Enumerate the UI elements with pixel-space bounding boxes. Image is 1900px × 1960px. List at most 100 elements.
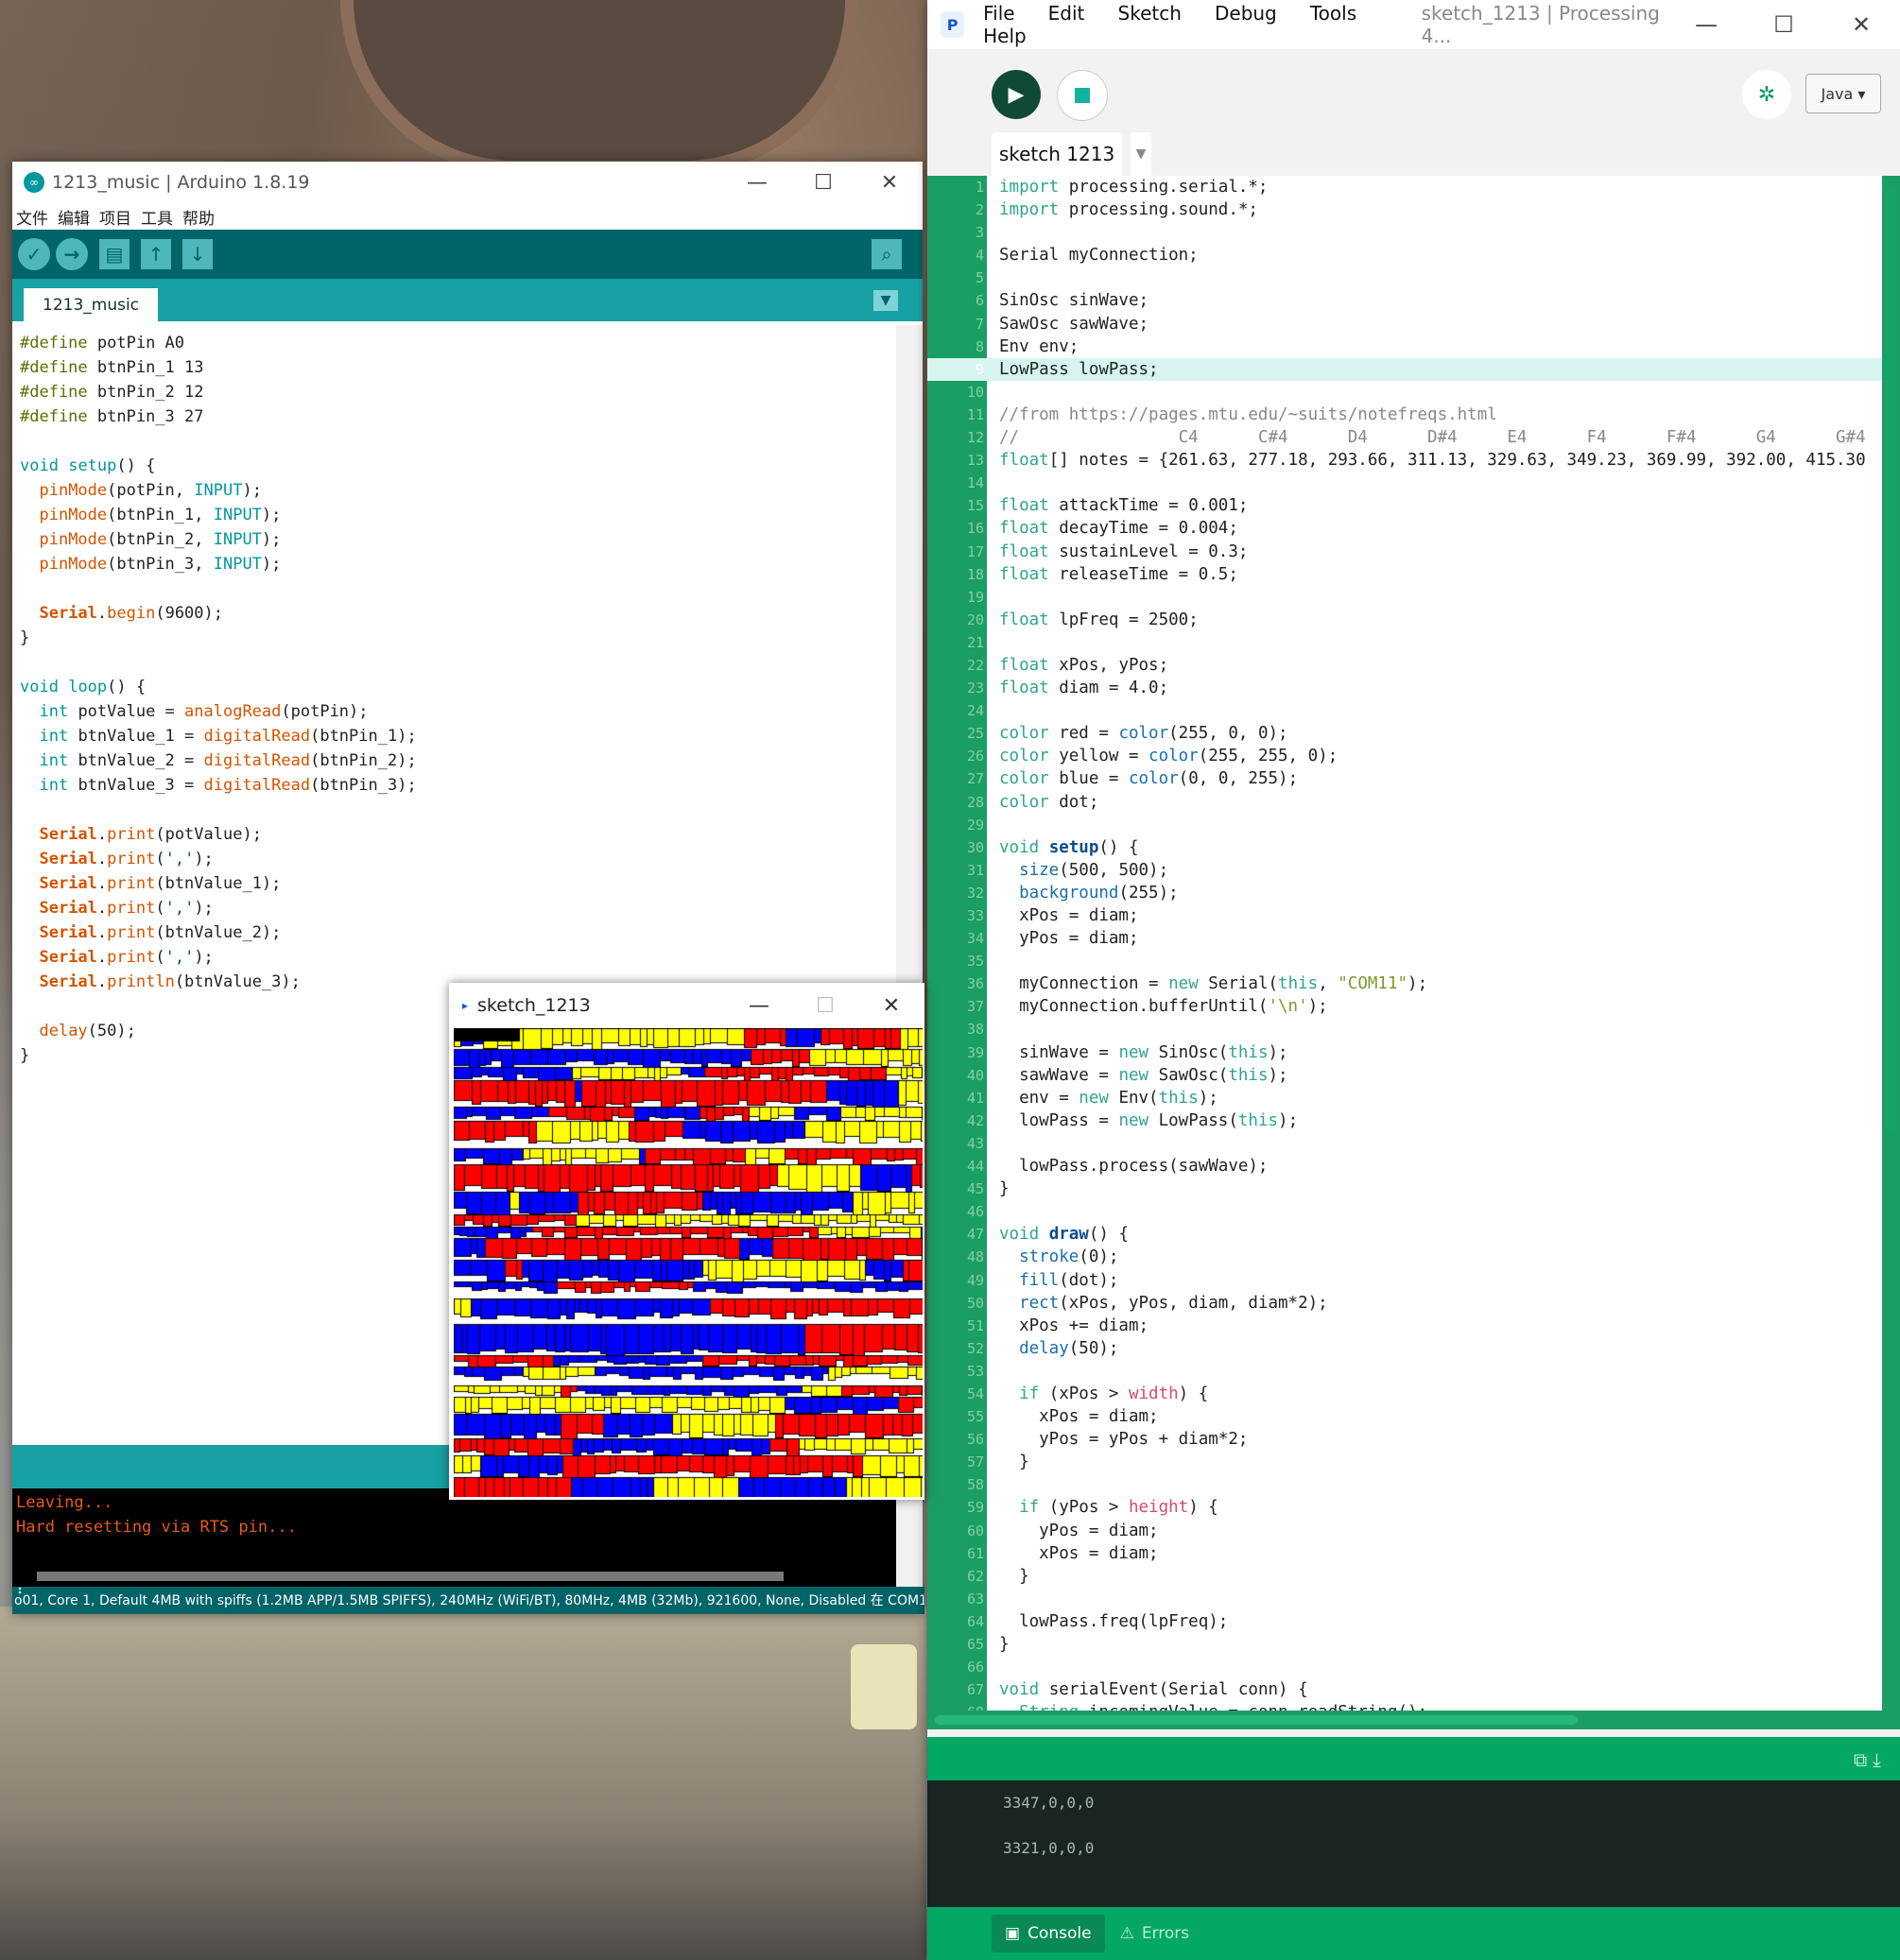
code-token: color	[999, 792, 1049, 812]
run-icon[interactable]: ▶	[992, 70, 1041, 119]
code-token: .	[96, 972, 108, 991]
code-line: 44 lowPass.process(sawWave);	[927, 1155, 1882, 1178]
code-token: Serial	[39, 948, 97, 967]
menu-help[interactable]: 帮助	[182, 205, 215, 229]
open-icon[interactable]: ↑	[141, 239, 171, 269]
tab-console[interactable]: ▣ Console	[992, 1915, 1105, 1952]
code-token: yPos = diam;	[999, 1521, 1159, 1540]
menu-sketch[interactable]: 项目	[99, 205, 131, 229]
processing-code-editor[interactable]: 1 import processing.serial.*; 2 import proc…	[927, 176, 1882, 1711]
maximize-button[interactable]: ☐	[790, 171, 856, 195]
close-button[interactable]: ✕	[1822, 11, 1900, 38]
stop-icon[interactable]	[1057, 70, 1108, 121]
code-token: sinWave =	[999, 1042, 1119, 1062]
serial-monitor-icon[interactable]: ⌕	[872, 239, 902, 269]
minimize-button[interactable]: —	[724, 171, 790, 195]
code-token: lowPass.freq(lpFreq);	[999, 1611, 1229, 1631]
code-token: digitalRead	[203, 727, 311, 746]
line-number: 66	[966, 1659, 984, 1676]
line-number: 25	[966, 725, 984, 743]
menu-file[interactable]: File	[983, 2, 1014, 25]
upload-icon[interactable]: →	[56, 238, 88, 270]
code-token: (	[155, 899, 165, 918]
copy-icon[interactable]: ⧉	[1854, 1748, 1867, 1771]
tab-menu-icon[interactable]: ▼	[1131, 132, 1151, 176]
close-button[interactable]: ✕	[858, 994, 924, 1018]
code-line: 57 }	[927, 1451, 1882, 1473]
save-icon[interactable]: ↓	[182, 239, 213, 269]
tab-1213-music[interactable]: 1213_music	[24, 288, 159, 321]
verify-icon[interactable]: ✓	[18, 238, 50, 270]
minimize-button[interactable]: —	[1667, 11, 1745, 38]
code-line: 7 SawOsc sawWave;	[927, 313, 1882, 335]
editor-hscrollbar[interactable]	[927, 1711, 1900, 1729]
tab-sketch-1213[interactable]: sketch 1213	[992, 132, 1122, 176]
code-line: 26 color yellow = color(255, 255, 0);	[927, 745, 1882, 767]
menu-sketch[interactable]: Sketch	[1118, 2, 1182, 25]
board-info-bar: o๋๋01, Core 1, Default 4MB with spiffs (…	[12, 1587, 924, 1614]
menu-help[interactable]: Help	[983, 25, 1027, 47]
code-token: );	[1268, 1042, 1288, 1062]
console-hscrollbar[interactable]	[12, 1566, 896, 1587]
code-token: env =	[999, 1088, 1080, 1108]
code-token: analogRead	[184, 702, 282, 721]
sketch-canvas[interactable]	[454, 1028, 923, 1497]
line-number: 40	[966, 1066, 984, 1084]
code-token: yPos = yPos + diam*2;	[999, 1430, 1249, 1450]
menu-tools[interactable]: Tools	[1310, 2, 1356, 25]
maximize-button[interactable]: ☐	[1745, 11, 1822, 38]
code-token: new	[1118, 1042, 1149, 1062]
collapse-icon[interactable]: ⤓	[1873, 1748, 1881, 1771]
code-token: int	[39, 702, 69, 721]
minimize-button[interactable]: —	[726, 994, 792, 1018]
code-token: pinMode	[39, 481, 108, 500]
code-token: () {	[1088, 1225, 1130, 1245]
menu-debug[interactable]: Debug	[1215, 2, 1277, 25]
tab-menu-icon[interactable]: ▼	[873, 290, 898, 311]
code-token: (btnValue_1);	[155, 874, 282, 893]
tab-errors[interactable]: ⚠ Errors	[1120, 1924, 1190, 1943]
code-token: LowPass(	[1149, 1110, 1238, 1130]
maximize-button[interactable]: ☐	[792, 994, 858, 1018]
code-token: (dot);	[1059, 1270, 1119, 1290]
menu-edit[interactable]: 编辑	[58, 205, 90, 229]
menu-tools[interactable]: 工具	[141, 205, 173, 229]
code-line: 42 lowPass = new LowPass(this);	[927, 1109, 1882, 1132]
mode-select[interactable]: Java ▾	[1805, 74, 1881, 113]
line-number: 62	[966, 1567, 984, 1585]
code-token: () {	[116, 456, 156, 475]
code-line: 13 float[] notes = {261.63, 277.18, 293.6…	[927, 449, 1882, 472]
line-number: 11	[966, 405, 984, 423]
code-token: (btnPin_3);	[310, 776, 417, 795]
background-desk	[0, 1607, 926, 1960]
debug-icon[interactable]: ✲	[1742, 70, 1791, 119]
code-token: .	[96, 899, 108, 918]
code-token: (btnPin_2,	[107, 530, 214, 549]
code-token: stroke	[1019, 1247, 1080, 1267]
editor-vscrollbar[interactable]	[1882, 176, 1900, 1711]
code-line: 43	[927, 1132, 1882, 1155]
menu-edit[interactable]: Edit	[1048, 2, 1085, 25]
code-token: color	[999, 769, 1049, 789]
close-button[interactable]: ✕	[856, 171, 923, 195]
menu-file[interactable]: 文件	[16, 205, 48, 229]
code-line: 50 rect(xPos, yPos, diam, diam*2);	[927, 1292, 1882, 1315]
code-line: 36 myConnection = new Serial(this, "COM1…	[927, 972, 1882, 995]
console-vscrollbar[interactable]	[896, 1488, 923, 1587]
code-token: digitalRead	[203, 776, 311, 795]
code-token: (255, 255, 0);	[1198, 747, 1339, 766]
code-line: 64 lowPass.freq(lpFreq);	[927, 1610, 1882, 1633]
code-line: 53	[927, 1360, 1882, 1383]
code-token: float	[999, 564, 1049, 584]
line-number: 32	[966, 884, 984, 902]
code-token: color	[1149, 747, 1199, 766]
code-token: #define	[20, 383, 88, 402]
code-line: 51 xPos += diam;	[927, 1315, 1882, 1337]
line-number: 57	[966, 1453, 984, 1471]
code-token: );	[261, 506, 282, 524]
processing-menubar: File Edit Sketch Debug Tools Help	[983, 2, 1411, 47]
new-icon[interactable]: ▤	[99, 239, 130, 269]
